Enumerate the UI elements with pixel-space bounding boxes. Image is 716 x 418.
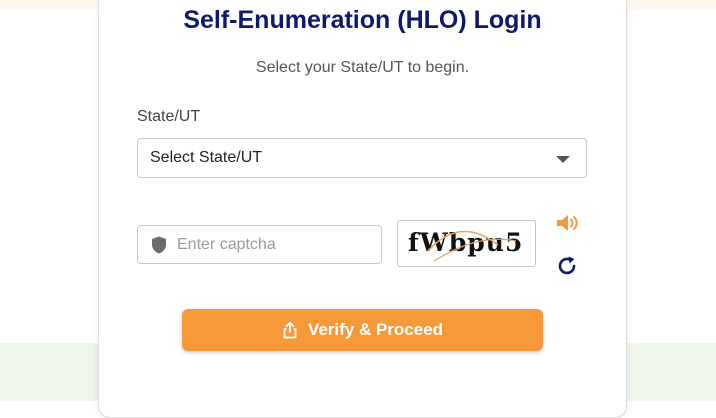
verify-proceed-button[interactable]: Verify & Proceed — [182, 309, 543, 351]
refresh-icon — [558, 256, 576, 275]
captcha-refresh-button[interactable] — [556, 255, 578, 277]
share-icon — [282, 321, 298, 339]
state-label: State/UT — [137, 108, 201, 125]
page-subtitle: Select your State/UT to begin. — [255, 59, 470, 76]
captcha-placeholder: Enter captcha — [177, 235, 276, 253]
chevron-down-icon — [556, 156, 570, 163]
page-title: Self-Enumeration (HLO) Login — [183, 6, 542, 34]
state-select[interactable]: Select State/UT — [137, 138, 587, 178]
captcha-noise-lines — [427, 230, 517, 262]
verify-proceed-label: Verify & Proceed — [307, 320, 444, 339]
captcha-audio-button[interactable] — [555, 212, 579, 234]
speaker-icon — [557, 215, 578, 231]
state-select-value: Select State/UT — [150, 149, 263, 166]
captcha-input[interactable]: Enter captcha — [137, 225, 382, 264]
shield-icon — [151, 236, 167, 254]
login-card: Self-Enumeration (HLO) Login Select your… — [98, 0, 627, 418]
captcha-image: fWbpu5 — [397, 220, 536, 267]
